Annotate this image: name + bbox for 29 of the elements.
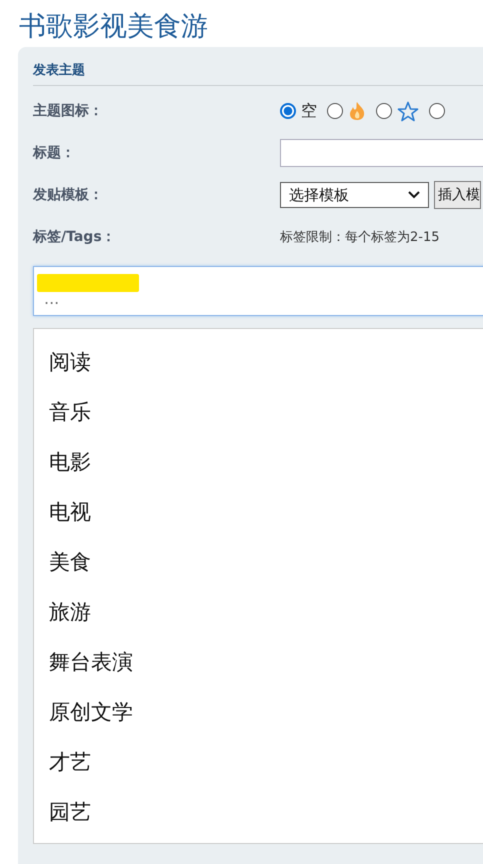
field-label: 发贴模板：	[33, 186, 104, 204]
suggestion-item[interactable]: 园艺	[49, 798, 91, 826]
suggestion-item[interactable]: 才艺	[49, 748, 91, 776]
page-title: 书歌影视美食游	[18, 10, 209, 44]
radio-button[interactable]	[429, 103, 445, 119]
suggestion-item[interactable]: 美食	[49, 548, 91, 576]
radio-button[interactable]	[280, 103, 296, 119]
tag-limit-hint: 标签限制：每个标签为2-15	[280, 229, 440, 246]
suggestion-item[interactable]: 旅游	[49, 598, 91, 626]
star-icon	[397, 100, 419, 122]
field-label: 标题：	[33, 144, 76, 162]
option-label: 空	[301, 100, 317, 122]
insert-button[interactable]: 插入模	[434, 181, 481, 209]
suggestion-item[interactable]: 电影	[49, 448, 91, 476]
radio-button[interactable]	[327, 103, 343, 119]
tags-input[interactable]: ...	[33, 266, 483, 316]
suggestion-item[interactable]: 音乐	[49, 398, 91, 426]
title-input[interactable]	[280, 139, 483, 167]
template-select[interactable]: 选择模板	[280, 182, 429, 208]
suggestion-item[interactable]: 舞台表演	[49, 648, 133, 676]
field-label: 主题图标：	[33, 102, 104, 120]
suggestion-item[interactable]: 阅读	[49, 348, 91, 376]
flame-icon	[348, 101, 366, 121]
radio-button[interactable]	[376, 103, 392, 119]
chevron-icon	[408, 191, 420, 199]
field-label: 标签/Tags：	[33, 228, 117, 246]
suggestion-item[interactable]: 电视	[49, 498, 91, 526]
suggestion-item[interactable]: 原创文学	[49, 698, 133, 726]
section-heading: 发表主题	[33, 61, 483, 86]
